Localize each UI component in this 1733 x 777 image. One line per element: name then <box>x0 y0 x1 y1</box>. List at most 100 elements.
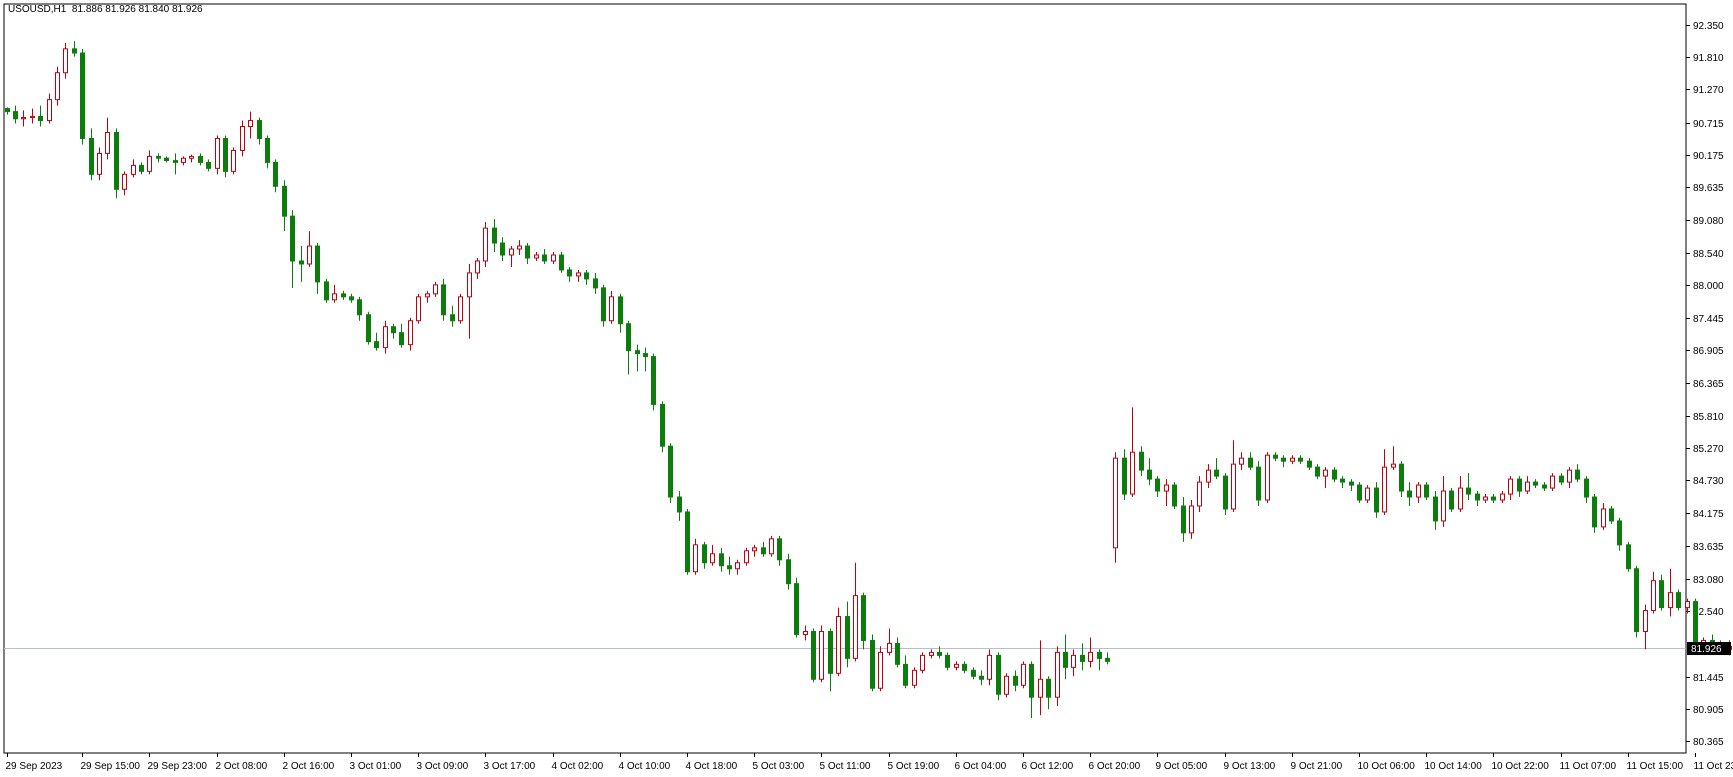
candle-body <box>1046 678 1051 698</box>
bear-candle <box>1097 649 1102 671</box>
bear-candle <box>492 219 497 253</box>
bear-candle <box>1575 464 1580 483</box>
candle-body <box>425 293 430 298</box>
bull-candle <box>887 628 892 656</box>
candle-body <box>735 562 740 570</box>
candle-body <box>315 245 320 283</box>
bull-candle <box>1601 502 1606 530</box>
candle-body <box>1189 505 1194 534</box>
y-tick-label: 80.905 <box>1693 705 1724 716</box>
bull-candle <box>416 293 421 324</box>
bull-candle <box>551 252 556 264</box>
candle-body <box>878 651 883 689</box>
candle-body <box>47 99 52 122</box>
candle-body <box>828 630 833 674</box>
x-tick-label: 29 Sep 15:00 <box>81 761 141 772</box>
bull-candle <box>105 117 110 160</box>
bear-candle <box>374 332 379 351</box>
candle-body <box>525 245 530 259</box>
candle-body <box>1013 675 1018 686</box>
candle-body <box>962 663 967 671</box>
bear-candle <box>794 577 799 638</box>
y-tick-label: 88.540 <box>1693 249 1724 260</box>
bear-candle <box>341 290 346 300</box>
candle-body <box>5 108 10 113</box>
candle-body <box>668 445 673 498</box>
x-tick-label: 10 Oct 06:00 <box>1358 761 1416 772</box>
bear-candle <box>1491 494 1496 503</box>
bear-candle <box>651 353 656 411</box>
candle-body <box>1248 457 1253 468</box>
bull-candle <box>534 252 539 261</box>
candle-body <box>626 323 631 352</box>
bear-candle <box>1517 476 1522 498</box>
x-tick-label: 10 Oct 22:00 <box>1492 761 1550 772</box>
candle-body <box>1676 592 1681 609</box>
bull-candle <box>383 320 388 354</box>
candle-body <box>1391 463 1396 468</box>
candle-body <box>1181 505 1186 534</box>
bear-candle <box>139 162 144 175</box>
candle-body <box>584 272 589 280</box>
x-tick-label: 5 Oct 03:00 <box>753 761 805 772</box>
candle-body <box>240 126 245 151</box>
candle-body <box>1693 601 1698 644</box>
candle-body <box>1307 460 1312 468</box>
candle-body <box>80 52 85 139</box>
candle-body <box>223 137 228 172</box>
candle-body <box>1290 457 1295 462</box>
bear-candle <box>273 159 278 193</box>
bull-candle <box>181 156 186 166</box>
y-tick-label: 91.810 <box>1693 53 1724 64</box>
candle-body <box>433 284 438 295</box>
candle-body <box>55 72 60 101</box>
bear-candle <box>828 628 833 692</box>
bear-candle <box>1449 488 1454 512</box>
candle-body <box>777 538 782 561</box>
bear-candle <box>1298 455 1303 465</box>
bear-candle <box>786 553 791 590</box>
bear-candle <box>441 278 446 321</box>
candle-body <box>836 616 841 674</box>
candle-body <box>206 161 211 169</box>
bear-candle <box>962 661 967 674</box>
x-tick-label: 9 Oct 21:00 <box>1291 761 1343 772</box>
candle-body <box>273 161 278 187</box>
candle-body <box>870 639 875 689</box>
bear-candle <box>1533 479 1538 489</box>
bear-candle <box>80 48 85 145</box>
candle-body <box>231 149 236 172</box>
candle-body <box>383 326 388 349</box>
candle-body <box>1643 610 1648 632</box>
candle-body <box>1055 651 1060 698</box>
candle-body <box>987 654 992 680</box>
candle-body <box>1340 478 1345 483</box>
candle-body <box>248 120 253 128</box>
bear-candle <box>257 117 262 145</box>
bull-candle <box>1643 604 1648 650</box>
bear-candle <box>945 652 950 671</box>
bull-candle <box>1483 494 1488 503</box>
candle-body <box>1223 475 1228 510</box>
candle-body <box>744 550 749 564</box>
bull-candle <box>769 535 774 557</box>
x-tick-label: 5 Oct 11:00 <box>820 761 871 772</box>
candle-body <box>1113 457 1118 549</box>
bull-candle <box>735 559 740 575</box>
bear-candle <box>702 541 707 569</box>
candle-body <box>215 137 220 169</box>
candle-body <box>929 651 934 656</box>
bear-candle <box>525 243 530 264</box>
bear-candle <box>777 535 782 566</box>
candle-body <box>534 254 539 259</box>
bull-candle <box>433 281 438 297</box>
bear-candle <box>5 107 10 115</box>
candle-body <box>971 669 976 677</box>
bear-candle <box>643 347 648 372</box>
candle-body <box>173 160 178 163</box>
bull-candle <box>576 269 581 282</box>
bear-candle <box>198 153 203 166</box>
bear-candle <box>38 105 43 127</box>
x-tick-label: 5 Oct 19:00 <box>888 761 940 772</box>
bull-candle <box>1071 649 1076 677</box>
